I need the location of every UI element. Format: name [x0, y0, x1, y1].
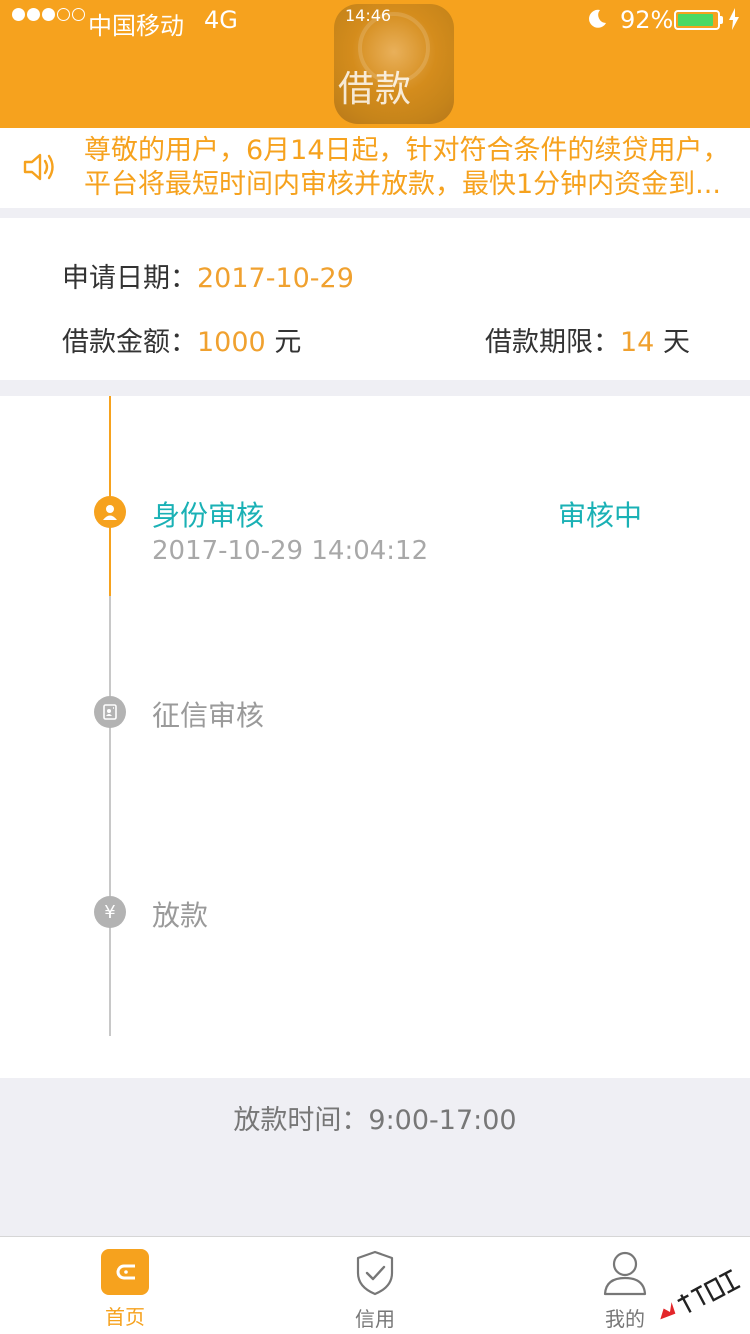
progress-timeline: 身份审核 审核中 2017-10-29 14:04:12 征信审核 ¥ 放款 [0, 396, 750, 1078]
watermark-logo [650, 1236, 750, 1334]
header-bar: 中国移动 4G 92% 14:46 借款 [0, 0, 750, 128]
apply-date-row: 申请日期：2017-10-29 [62, 256, 354, 295]
page-title: 借款 [337, 69, 412, 110]
loan-summary-card: 申请日期：2017-10-29 借款金额：1000 元 借款期限：14 天 [0, 218, 750, 380]
battery-icon [674, 10, 720, 30]
apply-date-label: 申请日期： [62, 263, 197, 294]
loan-amount-unit: 元 [274, 327, 302, 358]
timeline-line-pending [109, 596, 111, 1036]
signal-strength-icon [12, 8, 85, 21]
announcement-text: 尊敬的用户，6月14日起，针对符合条件的续贷用户， 平台将最短时间内审核并放款，… [84, 134, 734, 202]
loan-term-unit: 天 [662, 327, 690, 358]
speaker-icon [22, 150, 58, 188]
disbursement-hours: 放款时间：9:00-17:00 [233, 1105, 517, 1136]
moon-icon [586, 8, 608, 36]
step-identity-review-status: 审核中 [558, 499, 643, 532]
loan-amount-value: 1000 [197, 327, 266, 358]
battery-percentage: 92% [620, 6, 674, 34]
yen-icon: ¥ [94, 896, 126, 928]
loan-term-label: 借款期限： [485, 327, 620, 358]
user-icon [602, 1249, 648, 1301]
loan-amount-label: 借款金额： [62, 327, 197, 358]
tab-bar: 首页 信用 我的 [0, 1236, 750, 1334]
person-icon [94, 496, 126, 528]
carrier-name: 中国移动 [88, 12, 184, 40]
shield-check-icon [353, 1249, 397, 1301]
announcement-line-1: 尊敬的用户，6月14日起，针对符合条件的续贷用户， [84, 135, 730, 166]
loan-amount-row: 借款金额：1000 元 [62, 320, 301, 359]
step-disbursement-title: 放款 [152, 899, 209, 932]
announcement-banner[interactable]: 尊敬的用户，6月14日起，针对符合条件的续贷用户， 平台将最短时间内审核并放款，… [0, 128, 750, 208]
tab-credit[interactable]: 信用 [315, 1249, 435, 1334]
credit-report-icon [94, 696, 126, 728]
announcement-line-2: 平台将最短时间内审核并放款，最快1分钟内资金到... [84, 169, 721, 200]
tab-credit-label: 信用 [355, 1307, 395, 1331]
apply-date-value: 2017-10-29 [197, 263, 354, 294]
wallet-icon [101, 1249, 149, 1295]
loan-term-row: 借款期限：14 天 [485, 320, 690, 359]
step-identity-review-title: 身份审核 [152, 499, 265, 532]
clock: 14:46 [345, 6, 392, 25]
tab-home-label: 首页 [105, 1305, 145, 1329]
step-identity-review-time: 2017-10-29 14:04:12 [152, 536, 429, 566]
tab-mine-label: 我的 [605, 1307, 645, 1331]
loan-term-value: 14 [620, 327, 655, 358]
step-credit-review-title: 征信审核 [152, 699, 265, 732]
charging-bolt-icon [728, 8, 740, 36]
tab-home[interactable]: 首页 [65, 1249, 185, 1334]
network-type: 4G [204, 6, 238, 34]
